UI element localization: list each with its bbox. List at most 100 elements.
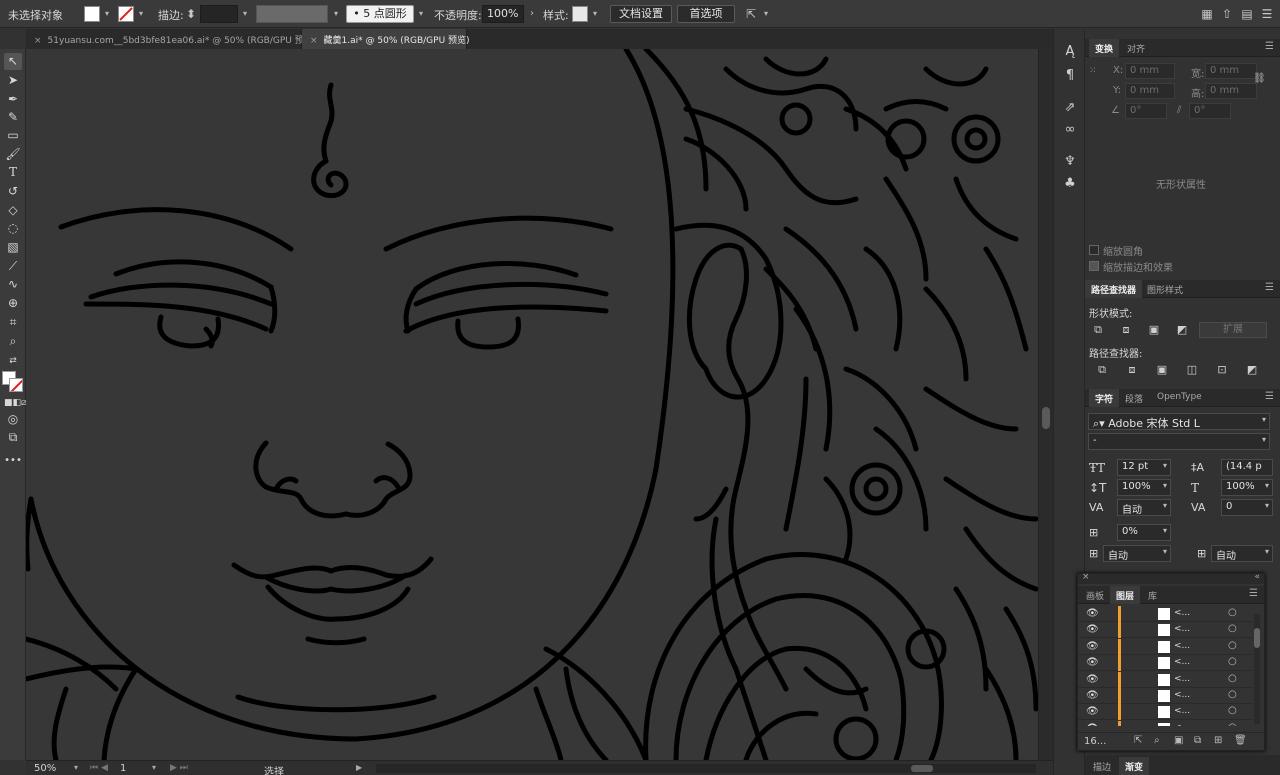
menu-icon[interactable]: ☰ [1260,7,1274,21]
blend-tool-icon[interactable]: ∿ [4,276,22,293]
tab-gradient[interactable]: 渐变 [1119,757,1150,775]
layers-scrollbar[interactable] [1254,614,1260,724]
tab-document-1[interactable]: × 51yuansu.com__5bd3bfe81ea06.ai* @ 50% (… [26,29,316,49]
layer-row[interactable]: 👁 <... ○ [1078,720,1253,726]
stroke-stepper-icon[interactable]: ⬍ [186,7,196,21]
zoom-dropdown-icon[interactable]: ▾ [74,763,78,772]
arrange-documents-icon[interactable]: ⇱ [744,7,758,21]
tab-artboards[interactable]: 画板 [1080,586,1110,604]
exclude-icon[interactable]: ◩ [1175,323,1189,337]
tab-pathfinder[interactable]: 路径查找器 [1085,280,1143,298]
scale-corners-checkbox[interactable] [1089,245,1099,255]
opacity-input[interactable]: 100% [482,5,524,23]
curvature-tool-icon[interactable]: ✎ [4,109,22,126]
new-sublayer-icon[interactable]: ⧉ [1194,735,1201,746]
tab-paragraph[interactable]: 段落 [1119,389,1149,407]
arrange-dropdown-icon[interactable]: ▾ [760,7,772,21]
x-input[interactable]: 0 mm [1125,63,1175,79]
expand-button[interactable]: 扩展 [1199,322,1267,338]
character-styles-icon[interactable]: Ą [1061,43,1079,61]
target-circle-icon[interactable]: ○ [1228,640,1237,651]
selection-tool-icon[interactable]: ↖ [4,53,22,70]
tab-graphic-styles[interactable]: 图形样式 [1141,280,1189,298]
tab-transform[interactable]: 变换 [1089,39,1120,57]
reference-point-icon[interactable]: ⁙ [1089,66,1097,76]
workspace-grid-icon[interactable]: ▦ [1200,7,1214,21]
visibility-eye-icon[interactable]: 👁 [1086,706,1099,717]
export-layer-icon[interactable]: ⇱ [1134,735,1142,746]
close-tab-icon[interactable]: × [310,36,318,46]
export-icon[interactable]: ⇗ [1061,99,1079,117]
panel-menu-icon[interactable]: ☰ [1265,391,1274,402]
artboard-tool-icon[interactable]: ⌗ [4,314,22,331]
intersect-icon[interactable]: ▣ [1147,323,1161,337]
canvas[interactable] [26,49,1038,760]
eraser-tool-icon[interactable]: ◇ [4,202,22,219]
layer-row[interactable]: 👁 <... ○ [1078,638,1253,655]
zoom-level-field[interactable]: 50% [34,763,56,774]
height-input[interactable]: 0 mm [1205,83,1257,99]
brushes-icon[interactable]: ♆ [1061,153,1079,171]
next-artboard-icon[interactable]: ▶ ⏭ [170,763,188,773]
layer-row[interactable]: 👁 <... ○ [1078,688,1253,704]
divide-icon[interactable]: ⧉ [1095,363,1109,377]
panel-menu-icon[interactable]: ☰ [1265,282,1274,293]
font-size-input[interactable]: 12 pt ▾ [1117,459,1171,476]
layer-row[interactable]: 👁 <... ○ [1078,622,1253,639]
tab-libraries[interactable]: 库 [1142,586,1163,604]
lasso-tool-icon[interactable]: ◌ [4,220,22,237]
minus-front-icon[interactable]: ⧈ [1119,323,1133,337]
rotate-input[interactable]: 0° [1125,103,1167,119]
horizontal-scale-input[interactable]: 100% ▾ [1221,479,1273,496]
swap-fill-stroke-icon[interactable]: ⇄ [4,353,22,370]
status-menu-icon[interactable]: ▶ [356,763,362,772]
fill-swatch[interactable] [84,6,100,22]
visibility-eye-icon[interactable]: 👁 [1086,657,1099,668]
tab-character[interactable]: 字符 [1089,389,1120,407]
scale-strokes-checkbox[interactable] [1089,261,1099,271]
target-circle-icon[interactable]: ○ [1228,705,1237,716]
layer-row[interactable]: 👁 <... ○ [1078,655,1253,672]
aki-left-dropdown[interactable]: 自动 ▾ [1103,545,1171,562]
close-panel-icon[interactable]: × [1082,572,1090,582]
stroke-dropdown-icon[interactable]: ▾ [135,7,147,21]
preferences-button[interactable]: 首选项 [677,5,735,23]
tracking-input[interactable]: 0 ▾ [1221,499,1273,516]
unite-icon[interactable]: ⧉ [1091,323,1105,337]
paragraph-styles-icon[interactable]: ¶ [1061,67,1079,85]
style-dropdown-icon[interactable]: ▾ [589,7,601,21]
stroke-weight-dropdown-icon[interactable]: ▾ [239,7,251,21]
kerning-input[interactable]: 自动 ▾ [1117,499,1171,516]
type-tool-icon[interactable]: T [4,164,22,181]
brush-definition-dropdown[interactable]: • 5 点圆形 [346,5,414,23]
profile-dropdown-icon[interactable]: ▾ [330,7,342,21]
target-circle-icon[interactable]: ○ [1228,607,1237,618]
new-layer-icon[interactable]: ⊞ [1214,735,1222,746]
tsume-input[interactable]: 0% ▾ [1117,524,1171,541]
brush-dropdown-icon[interactable]: ▾ [415,7,427,21]
visibility-eye-icon[interactable]: 👁 [1086,641,1099,652]
canvas-horizontal-scrollbar[interactable] [376,764,1036,773]
artboard-dropdown-icon[interactable]: ▾ [152,763,156,772]
y-input[interactable]: 0 mm [1125,83,1175,99]
visibility-eye-icon[interactable]: 👁 [1086,674,1099,685]
screen-mode-icon[interactable]: ⧉ [4,429,22,446]
crop-icon[interactable]: ◫ [1185,363,1199,377]
tab-document-2[interactable]: × 藏羹1.ai* @ 50% (RGB/GPU 预览) [302,29,470,49]
shape-builder-tool-icon[interactable]: ⊕ [4,295,22,312]
links-icon[interactable]: ∞ [1061,121,1079,139]
target-circle-icon[interactable]: ○ [1228,673,1237,684]
visibility-eye-icon[interactable]: 👁 [1086,608,1099,619]
target-circle-icon[interactable]: ○ [1228,623,1237,634]
first-artboard-icon[interactable]: ⏮ ◀ [90,763,108,773]
stroke-swatch[interactable] [118,6,134,22]
rectangle-tool-icon[interactable]: ▭ [4,127,22,144]
trim-icon[interactable]: ⧈ [1125,363,1139,377]
more-tools-icon[interactable]: ••• [4,452,22,469]
layers-scrollbar-thumb[interactable] [1254,628,1260,648]
scrollbar-thumb[interactable] [1042,407,1050,429]
visibility-eye-icon[interactable]: 👁 [1086,723,1099,726]
font-style-dropdown[interactable]: - ▾ [1088,433,1270,450]
layer-row[interactable]: 👁 <... ○ [1078,671,1253,688]
h-scrollbar-thumb[interactable] [911,765,933,772]
